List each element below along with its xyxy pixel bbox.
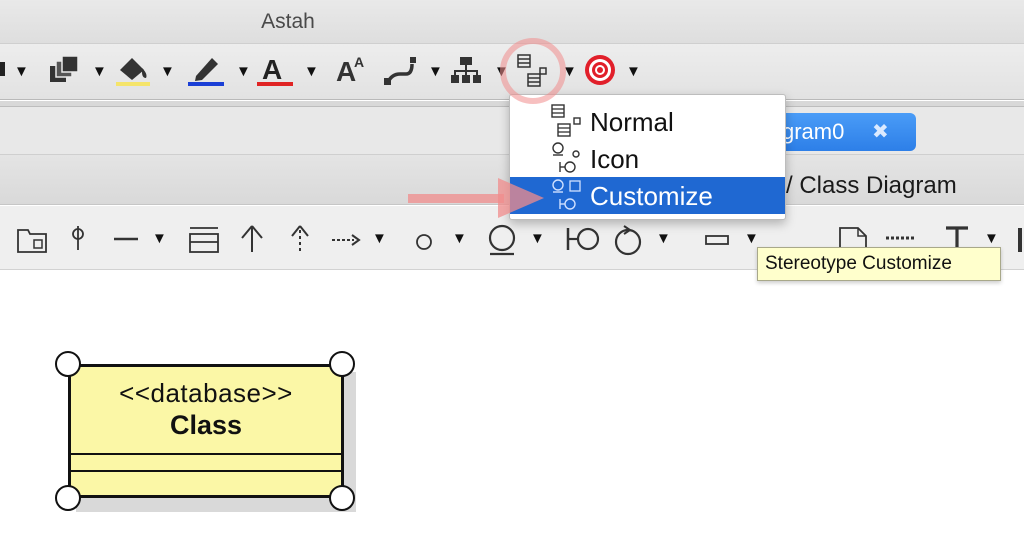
chevron-down-icon: ▼ (14, 63, 29, 80)
resize-handle-bottom-right[interactable] (329, 485, 355, 511)
window-title: Astah (261, 10, 315, 33)
class-name-label: Class (169, 410, 243, 440)
line-color-icon (188, 58, 224, 86)
target-icon (585, 55, 615, 85)
font-color-button[interactable]: A ▼ (254, 44, 319, 100)
previous-dropdown-button[interactable]: ▼ (0, 44, 34, 100)
chevron-down-icon: ▼ (984, 230, 999, 247)
chevron-down-icon: ▼ (92, 63, 107, 80)
fill-color-button[interactable]: ▼ (112, 44, 175, 100)
menu-item-icon[interactable]: Icon (510, 140, 785, 177)
chevron-down-icon: ▼ (236, 63, 251, 80)
group-button[interactable]: ▼ (46, 44, 107, 100)
chevron-down-icon: ▼ (656, 230, 671, 247)
dependency-tool-button[interactable]: ▼ (330, 206, 392, 270)
chevron-down-icon: ▼ (152, 230, 167, 247)
realization-tool-icon[interactable] (286, 206, 314, 270)
tree-layout-icon (451, 57, 481, 83)
resize-handle-top-left[interactable] (55, 351, 81, 377)
resize-handle-bottom-left[interactable] (55, 485, 81, 511)
line-color-button[interactable]: ▼ (184, 44, 251, 100)
menu-item-normal[interactable]: Normal (510, 103, 785, 140)
chevron-down-icon: ▼ (372, 230, 387, 247)
chevron-down-icon: ▼ (304, 63, 319, 80)
menu-item-customize[interactable]: Customize (510, 177, 785, 214)
more-tools-icon[interactable] (1016, 206, 1024, 270)
chevron-down-icon: ▼ (744, 230, 759, 247)
chevron-down-icon: ▼ (626, 63, 641, 80)
class-attribute-divider (70, 453, 342, 455)
class-icon-view-icon (552, 142, 580, 173)
class-operation-divider (70, 470, 342, 472)
dependency-icon (332, 234, 361, 246)
menu-item-label: Normal (590, 107, 674, 137)
resize-handle-top-right[interactable] (329, 351, 355, 377)
font-color-underline-icon (257, 82, 293, 86)
tab-label: gram0 (782, 119, 845, 144)
highlight-circle (500, 38, 566, 104)
previous-dropdown-icon (0, 62, 5, 76)
group-icon (50, 55, 79, 82)
chevron-down-icon: ▼ (452, 230, 467, 247)
arrow-pointer-icon (408, 178, 544, 218)
close-icon[interactable]: ✖ (872, 119, 892, 143)
font-size-button[interactable]: A A (334, 44, 370, 100)
target-button[interactable]: ▼ (582, 44, 642, 100)
tooltip: Stereotype Customize (757, 247, 1001, 281)
fill-color-icon (116, 58, 150, 86)
breadcrumb-label: / Class Diagram (786, 172, 957, 199)
pin-tool-icon[interactable] (66, 206, 90, 270)
line-style-icon (384, 57, 416, 85)
class-tool-icon[interactable] (186, 206, 222, 270)
font-size-small-icon: A (354, 54, 365, 70)
chevron-down-icon: ▼ (160, 63, 175, 80)
stereotype-display-menu: Normal Icon Customize (509, 94, 786, 220)
class-normal-icon (551, 104, 581, 137)
package-tool-icon[interactable] (14, 206, 50, 270)
class-stereotype-label: <<database>> (119, 378, 293, 408)
association-line-icon (114, 237, 138, 241)
menu-item-label: Customize (590, 181, 713, 211)
association-tool-button[interactable]: ▼ (110, 206, 174, 270)
menu-item-label: Icon (590, 144, 640, 174)
chevron-down-icon: ▼ (428, 63, 443, 80)
chevron-down-icon: ▼ (530, 230, 545, 247)
stereotype-customize-icon (552, 179, 581, 210)
generalization-tool-icon[interactable] (238, 206, 266, 270)
line-style-button[interactable]: ▼ (380, 44, 443, 100)
